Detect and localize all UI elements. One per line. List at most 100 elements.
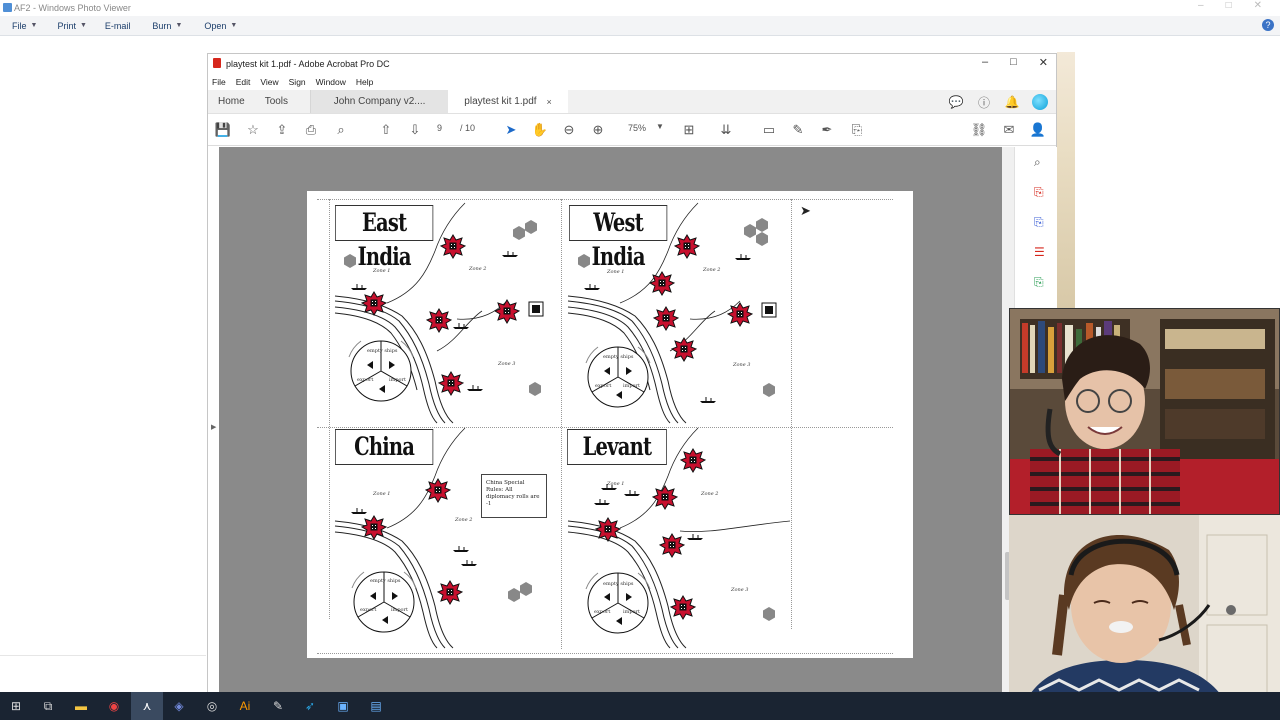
photo-viewer-app-icon: [3, 3, 12, 12]
stamp-icon[interactable]: ⎘: [848, 121, 866, 139]
china-special-rules-box: China Special Rules: All diplomacy rolls…: [481, 474, 547, 518]
zone-label: Zone 2: [701, 491, 719, 497]
scroll-mode-icon[interactable]: ⇊: [717, 121, 735, 139]
maximize-icon[interactable]: □: [1010, 56, 1017, 69]
zone-label: Zone 1: [607, 269, 625, 275]
chevron-right-icon[interactable]: ▶: [211, 423, 216, 431]
document-view[interactable]: East India West India China Levant Zone …: [219, 147, 1002, 699]
print-icon[interactable]: ⎙: [302, 121, 320, 139]
bell-icon[interactable]: 🔔: [1004, 94, 1020, 110]
zoom-level[interactable]: 75%: [628, 123, 646, 133]
fit-page-icon[interactable]: ⊞: [680, 121, 698, 139]
photo-viewer-window-buttons: – □ ✕: [1198, 0, 1262, 11]
tab-home[interactable]: Home: [208, 90, 255, 113]
obs-icon[interactable]: ◎: [204, 698, 220, 714]
tab-document-playtest-kit[interactable]: playtest kit 1.pdf ×: [448, 90, 569, 113]
menu-email[interactable]: E-mail: [105, 21, 131, 31]
region-title-east-india: East India: [335, 205, 434, 271]
menu-print[interactable]: Print ▼: [57, 21, 86, 31]
search-icon[interactable]: ⌕: [332, 121, 350, 139]
divider: [0, 655, 206, 656]
chevron-down-icon: ▼: [30, 22, 38, 29]
chevron-down-icon: ▼: [175, 22, 183, 29]
minimize-icon[interactable]: –: [982, 56, 988, 69]
maximize-icon[interactable]: □: [1226, 0, 1232, 11]
app-icon[interactable]: ✎: [270, 698, 286, 714]
page-up-icon[interactable]: ⇧: [377, 121, 395, 139]
export-pdf-icon[interactable]: ⎘: [1034, 215, 1048, 229]
chrome-icon[interactable]: ◉: [106, 698, 122, 714]
menu-open[interactable]: Open ▼: [204, 21, 237, 31]
menu-edit[interactable]: Edit: [236, 77, 251, 87]
zoom-out-icon[interactable]: ⊖: [560, 121, 578, 139]
tab-tools[interactable]: Tools: [255, 90, 298, 113]
page-down-icon[interactable]: ⇩: [406, 121, 424, 139]
webcam-feed-bottom: [1009, 515, 1280, 720]
zone-label: Zone 2: [455, 517, 473, 523]
close-icon[interactable]: ✕: [1039, 56, 1048, 69]
page-number-input[interactable]: 9: [437, 123, 442, 133]
menu-window[interactable]: Window: [316, 77, 346, 87]
create-pdf-icon[interactable]: ⎘: [1034, 185, 1048, 199]
acrobat-icon[interactable]: ⋏: [139, 698, 155, 714]
file-explorer-icon[interactable]: ▬: [73, 698, 89, 714]
compass-label-export: export: [357, 377, 374, 383]
pen-highlight-icon[interactable]: ✎: [789, 121, 807, 139]
chevron-down-icon[interactable]: ▼: [656, 122, 664, 131]
help-icon[interactable]: ⓘ: [976, 94, 992, 110]
upload-cloud-icon[interactable]: ⇪: [273, 121, 291, 139]
webcam-feed-top: [1009, 308, 1280, 515]
tab-document-john-company[interactable]: John Company v2....: [310, 90, 449, 113]
menu-label: Open: [204, 20, 227, 31]
discord-icon[interactable]: ◈: [171, 698, 187, 714]
organize-pages-icon[interactable]: ☰: [1034, 245, 1048, 259]
menu-file[interactable]: File: [212, 77, 226, 87]
windows-start-icon[interactable]: ⊞: [8, 698, 24, 714]
region-title-china: China: [335, 429, 434, 465]
webcam-image-person-2: [1009, 515, 1280, 720]
email-icon[interactable]: ✉: [1000, 121, 1018, 139]
zone-label: Zone 2: [469, 266, 487, 272]
menu-file[interactable]: File ▼: [12, 21, 37, 31]
chevron-down-icon: ▼: [79, 22, 87, 29]
menu-burn[interactable]: Burn ▼: [152, 21, 182, 31]
save-icon[interactable]: 💾: [214, 121, 232, 139]
profile-avatar-icon[interactable]: [1032, 94, 1048, 110]
menu-label: Burn: [152, 20, 172, 31]
zoom-in-icon[interactable]: ⊕: [589, 121, 607, 139]
close-icon[interactable]: ✕: [1254, 0, 1262, 11]
chevron-down-icon: ▼: [230, 22, 238, 29]
bookmark-star-icon[interactable]: ☆: [244, 121, 262, 139]
left-panel-handle[interactable]: ▶: [208, 147, 219, 699]
acrobat-title: playtest kit 1.pdf - Adobe Acrobat Pro D…: [226, 58, 390, 69]
help-icon[interactable]: ?: [1262, 19, 1274, 31]
comment-icon[interactable]: 💬: [948, 94, 964, 110]
task-view-icon[interactable]: ⧉: [40, 698, 56, 714]
zone-label: Zone 3: [731, 587, 749, 593]
comment-icon[interactable]: ▭: [760, 121, 778, 139]
add-pdf-icon[interactable]: ⎘: [1034, 275, 1048, 289]
photos-icon[interactable]: ▣: [335, 698, 351, 714]
sign-icon[interactable]: ✒: [818, 121, 836, 139]
compass-label-empty-ships: empty ships: [367, 348, 398, 354]
zone-label: Zone 3: [498, 361, 516, 367]
compass-label-empty-ships: empty ships: [603, 581, 634, 587]
page-total: / 10: [460, 123, 476, 133]
menu-help[interactable]: Help: [356, 77, 373, 87]
menu-view[interactable]: View: [260, 77, 278, 87]
menu-sign[interactable]: Sign: [289, 77, 306, 87]
illustrator-icon[interactable]: Ai: [237, 698, 253, 714]
zone-label: Zone 3: [733, 362, 751, 368]
zoom-search-icon[interactable]: ⌕: [1034, 155, 1048, 169]
close-tab-icon[interactable]: ×: [547, 97, 552, 107]
telegram-icon[interactable]: ➶: [302, 698, 318, 714]
photo-viewer-icon[interactable]: ▤: [368, 698, 384, 714]
add-user-icon[interactable]: 👤: [1029, 121, 1047, 139]
acrobat-tabbar: Home Tools John Company v2.... playtest …: [208, 90, 1056, 114]
select-cursor-icon[interactable]: ➤: [502, 121, 520, 139]
photo-viewer-titlebar: AF2 - Windows Photo Viewer – □ ✕: [0, 0, 1280, 16]
acrobat-titlebar: playtest kit 1.pdf - Adobe Acrobat Pro D…: [208, 54, 1056, 73]
hand-tool-icon[interactable]: ✋: [531, 121, 549, 139]
link-icon[interactable]: ⛓: [970, 121, 988, 139]
minimize-icon[interactable]: –: [1198, 0, 1204, 11]
